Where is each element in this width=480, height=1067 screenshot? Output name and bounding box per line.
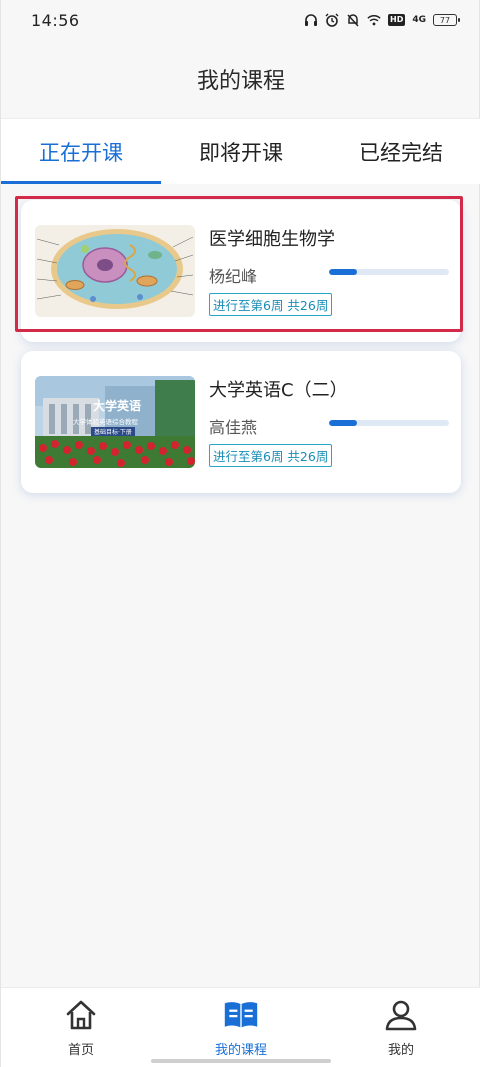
course-info: 大学英语C（二） 高佳燕 进行至第6周 共26周 [209, 376, 449, 468]
screen: 14:56 HD 4G 77 我的课程 正在开课 即将开课 已经完结 医学细胞生… [0, 0, 480, 1067]
status-icons: HD 4G 77 [304, 13, 460, 27]
course-info: 医学细胞生物学 杨纪峰 进行至第6周 共26周 [209, 225, 449, 317]
mute-icon [346, 13, 360, 27]
home-icon [63, 997, 99, 1033]
bottom-nav: 首页 我的课程 我的 [1, 987, 480, 1067]
course-progress-bar [329, 269, 449, 275]
course-progress-tag: 进行至第6周 共26周 [209, 293, 333, 316]
tab-upcoming[interactable]: 即将开课 [161, 119, 321, 184]
home-indicator [151, 1059, 331, 1063]
nav-home-label: 首页 [67, 1043, 94, 1058]
course-progress-fill [329, 269, 357, 275]
book-icon [223, 997, 259, 1033]
course-name: 大学英语C（二） [209, 380, 348, 401]
tab-active-indicator [1, 181, 161, 184]
nav-profile-label: 我的 [387, 1043, 414, 1058]
tab-finished[interactable]: 已经完结 [321, 119, 480, 184]
title-bar: 我的课程 [1, 40, 480, 118]
status-time: 14:56 [31, 10, 80, 30]
cover-subtitle: 大学体验英语综合教程 [73, 417, 139, 426]
alarm-icon [325, 13, 339, 27]
course-progress-bar [329, 420, 449, 426]
status-bar: 14:56 HD 4G 77 [1, 0, 480, 40]
user-icon [383, 997, 419, 1033]
course-progress-fill [329, 420, 357, 426]
course-name: 医学细胞生物学 [209, 229, 335, 250]
course-progress-tag: 进行至第6周 共26周 [209, 444, 333, 467]
wifi-icon [367, 13, 381, 27]
course-card-college-english[interactable]: 大学英语 大学体验英语综合教程 基础目标·下册 大学英语C（二） 高佳燕 进行至… [21, 351, 461, 493]
tab-ongoing[interactable]: 正在开课 [1, 119, 161, 184]
nav-my-courses-label: 我的课程 [214, 1043, 267, 1058]
course-card-cell-biology[interactable]: 医学细胞生物学 杨纪峰 进行至第6周 共26周 [21, 200, 461, 342]
cell-diagram-image [35, 225, 195, 317]
hd-icon: HD [388, 14, 406, 26]
headphone-icon [304, 13, 318, 27]
nav-profile[interactable]: 我的 [321, 988, 480, 1067]
cover-tag: 基础目标·下册 [94, 428, 132, 436]
battery-icon: 77 [433, 14, 460, 26]
nav-home[interactable]: 首页 [1, 988, 161, 1067]
course-teacher: 高佳燕 [209, 418, 258, 437]
page-title: 我的课程 [196, 69, 285, 94]
signal-4g-icon: 4G [412, 14, 426, 25]
course-tabs: 正在开课 即将开课 已经完结 [1, 118, 480, 184]
course-teacher: 杨纪峰 [209, 267, 258, 286]
nav-my-courses[interactable]: 我的课程 [161, 988, 321, 1067]
cover-title: 大学英语 [93, 398, 141, 413]
english-textbook-cover-image: 大学英语 大学体验英语综合教程 基础目标·下册 [35, 376, 195, 468]
